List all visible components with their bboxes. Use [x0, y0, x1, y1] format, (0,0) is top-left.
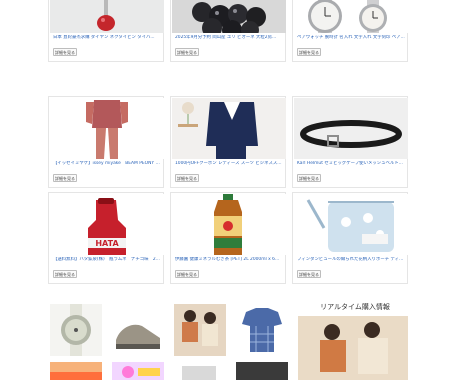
detail-button[interactable]: 詳細を見る: [297, 48, 321, 56]
product-image[interactable]: [172, 194, 286, 255]
product-title[interactable]: 伊藤園 健康ミネラルむぎ茶 [PET] 2L 2000ml x 6本...: [175, 257, 283, 263]
product-image[interactable]: [294, 98, 408, 159]
product-title[interactable]: 【イッセイミヤケ】issey miyake BEAM PEONY B...: [53, 161, 161, 167]
product-card-issey-miyake[interactable]: 【イッセイミヤケ】issey miyake BEAM PEONY B... 詳細…: [48, 96, 164, 188]
detail-button[interactable]: 詳細を見る: [175, 174, 199, 182]
thumbnail-partial-3[interactable]: [174, 362, 226, 380]
product-title[interactable]: 2025年9月分予約 岡山産 ユリ ピオーネ 大粒2房...: [175, 35, 283, 41]
realtime-purchase-title: リアルタイム購入情報: [320, 303, 390, 311]
product-card-mugicha[interactable]: 伊藤園 健康ミネラルむぎ茶 [PET] 2L 2000ml x 6本... 詳細…: [170, 192, 286, 284]
product-card-belt[interactable]: Karl Helmut セミビッグケーブ使いメッシュベルト... 詳細を見る: [292, 96, 408, 188]
svg-text:HATA: HATA: [95, 239, 119, 248]
detail-button[interactable]: 詳細を見る: [175, 48, 199, 56]
product-title[interactable]: 1000円OFFクーポン レディース スーツ ビジネスス...: [175, 161, 283, 167]
product-title[interactable]: フィンダンビュールの織られた花柄入りポーチ ディスナー...: [297, 257, 405, 263]
product-image[interactable]: HATA: [50, 194, 164, 255]
thumbnail-couple[interactable]: [174, 304, 226, 356]
product-card-tie-pin[interactable]: 日本 直轮豪杰求購 ダイヤン ネクタイピン タイバ... 詳細を見る: [48, 0, 164, 62]
product-card-grapes[interactable]: 2025年9月分予約 岡山産 ユリ ピオーネ 大粒2房... 詳細を見る: [170, 0, 286, 62]
realtime-purchase-image[interactable]: [298, 316, 408, 380]
product-card-pouch[interactable]: フィンダンビュールの織られた花柄入りポーチ ディスナー... 詳細を見る: [292, 192, 408, 284]
product-image[interactable]: [172, 0, 286, 33]
product-card-watch[interactable]: ペアウォッチ 腕時計 名入れ 文字入れ 文字刻印 ペア... 詳細を見る: [292, 0, 408, 62]
product-image[interactable]: [50, 98, 164, 159]
detail-button[interactable]: 詳細を見る: [297, 174, 321, 182]
product-title[interactable]: ペアウォッチ 腕時計 名入れ 文字入れ 文字刻印 ペア...: [297, 35, 405, 41]
thumbnail-partial-1[interactable]: [50, 362, 102, 380]
detail-button[interactable]: 詳細を見る: [175, 270, 199, 278]
product-title[interactable]: 【送料無料】ハタ鉱泉(株) 瓶ラムネ ナチゴ味 2...: [53, 257, 161, 263]
thumbnail-partial-4[interactable]: [236, 362, 288, 380]
product-image[interactable]: [294, 194, 408, 255]
product-card-suit[interactable]: 1000円OFFクーポン レディース スーツ ビジネスス... 詳細を見る: [170, 96, 286, 188]
product-grid: 日本 直轮豪杰求購 ダイヤン ネクタイピン タイバ... 詳細を見る 2025年…: [48, 0, 412, 288]
product-image[interactable]: [172, 98, 286, 159]
detail-button[interactable]: 詳細を見る: [297, 270, 321, 278]
detail-button[interactable]: 詳細を見る: [53, 270, 77, 278]
product-title[interactable]: Karl Helmut セミビッグケーブ使いメッシュベルト...: [297, 161, 405, 167]
product-image[interactable]: [50, 0, 164, 33]
detail-button[interactable]: 詳細を見る: [53, 174, 77, 182]
thumbnail-sneaker[interactable]: [112, 304, 164, 356]
thumbnail-watch[interactable]: [50, 304, 102, 356]
product-card-ramune[interactable]: HATA 【送料無料】ハタ鉱泉(株) 瓶ラムネ ナチゴ味 2... 詳細を見る: [48, 192, 164, 284]
product-title[interactable]: 日本 直轮豪杰求購 ダイヤン ネクタイピン タイバ...: [53, 35, 161, 41]
product-image[interactable]: [294, 0, 408, 33]
detail-button[interactable]: 詳細を見る: [53, 48, 77, 56]
thumbnail-partial-2[interactable]: [112, 362, 164, 380]
thumbnail-blouse[interactable]: [236, 304, 288, 356]
